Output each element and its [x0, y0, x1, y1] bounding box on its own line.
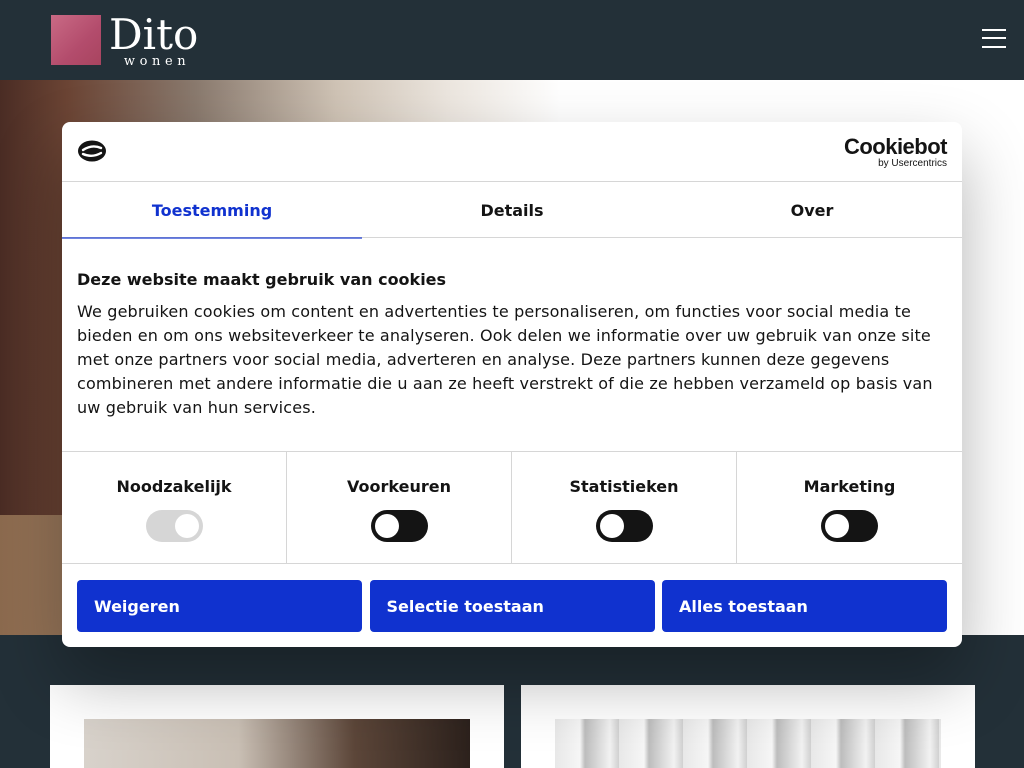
hamburger-icon[interactable] — [982, 29, 1006, 49]
consent-buttons: Weigeren Selectie toestaan Alles toestaa… — [77, 580, 947, 632]
logo-text: Dito wonen — [109, 10, 199, 70]
project-card[interactable] — [521, 685, 975, 768]
marketing-toggle[interactable] — [821, 510, 878, 542]
hamburger-line — [982, 46, 1006, 48]
content-section — [0, 635, 1024, 768]
pref-label: Statistieken — [569, 477, 679, 496]
logo-square-icon — [51, 15, 101, 65]
pref-label: Noodzakelijk — [116, 477, 232, 496]
deny-button[interactable]: Weigeren — [77, 580, 362, 632]
marble-image — [555, 719, 941, 768]
kitchen-image — [84, 719, 470, 768]
tab-toestemming[interactable]: Toestemming — [62, 183, 362, 239]
pref-label: Marketing — [803, 477, 896, 496]
allow-all-button[interactable]: Alles toestaan — [662, 580, 947, 632]
consent-title: Deze website maakt gebruik van cookies — [77, 270, 447, 289]
allow-selection-button[interactable]: Selectie toestaan — [369, 580, 655, 632]
hamburger-line — [982, 29, 1006, 31]
voorkeuren-toggle[interactable] — [370, 510, 428, 542]
tab-details[interactable]: Details — [362, 183, 662, 238]
pref-label: Voorkeuren — [347, 477, 451, 496]
tab-over[interactable]: Over — [662, 183, 962, 238]
cookiebot-logo-text: Cookiebot — [843, 134, 948, 159]
cookiebot-logo[interactable]: Cookiebot by Usercentrics — [843, 134, 948, 170]
cookiebot-logo-subtext: by Usercentrics — [878, 158, 947, 169]
pref-marketing: Marketing — [737, 452, 962, 564]
cookie-preferences: Noodzakelijk Voorkeuren Statistieken Mar… — [62, 451, 962, 564]
statistieken-toggle[interactable] — [595, 510, 653, 542]
pref-noodzakelijk: Noodzakelijk — [62, 452, 287, 564]
dialog-tabs: Toestemming Details Over — [62, 183, 962, 239]
noodzakelijk-toggle — [145, 510, 203, 542]
cookiebot-icon — [78, 140, 106, 162]
consent-content: Deze website maakt gebruik van cookies W… — [77, 268, 947, 420]
consent-body-text: We gebruiken cookies om content en adver… — [77, 302, 933, 417]
project-card[interactable] — [50, 685, 504, 768]
pref-voorkeuren: Voorkeuren — [287, 452, 512, 564]
pref-statistieken: Statistieken — [512, 452, 737, 564]
hamburger-line — [982, 37, 1006, 39]
dialog-header: Cookiebot by Usercentrics — [62, 122, 962, 182]
site-header: Dito wonen — [0, 0, 1024, 80]
logo-main-text: Dito — [109, 10, 199, 59]
dito-wonen-logo[interactable]: Dito wonen — [51, 10, 199, 70]
cookie-consent-dialog: Cookiebot by Usercentrics Toestemming De… — [62, 122, 962, 647]
